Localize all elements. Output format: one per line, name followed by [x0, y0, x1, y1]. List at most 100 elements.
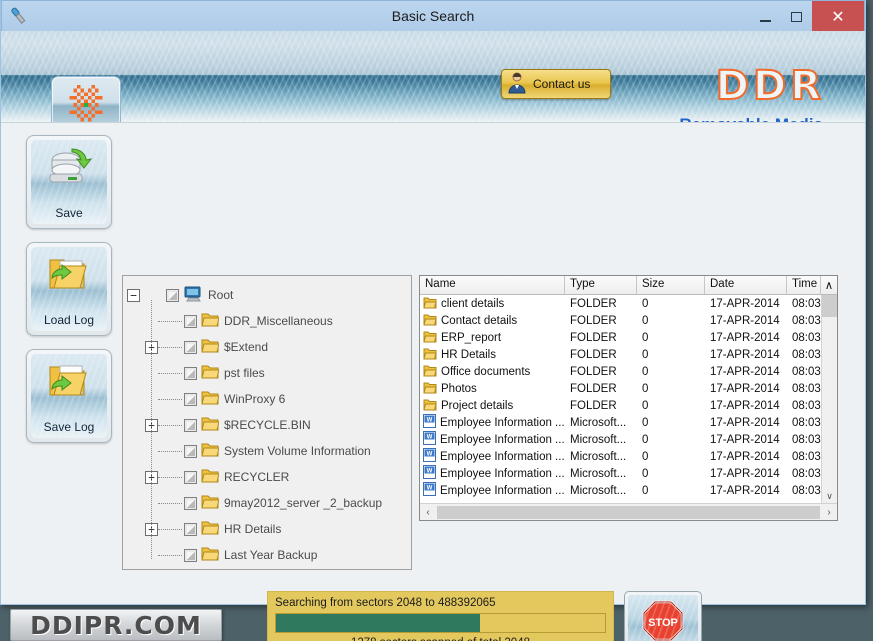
tree-checkbox[interactable]	[184, 444, 197, 458]
contact-us-button[interactable]: Contact us	[501, 69, 611, 99]
tree-node[interactable]: System Volume Information	[127, 438, 407, 464]
svg-text:W: W	[427, 418, 433, 424]
word-document-icon: W	[423, 465, 436, 482]
table-row[interactable]: ERP_report FOLDER 0 17-APR-2014 08:03	[420, 329, 837, 346]
column-header-date[interactable]: Date	[705, 276, 787, 294]
column-header-time[interactable]: Time	[787, 276, 821, 294]
tree-node-label: Last Year Backup	[224, 548, 318, 562]
stop-button[interactable]: STOP	[624, 591, 702, 641]
folder-tree-panel[interactable]: − Root DDR_Miscellaneous + $Extend pst files W…	[122, 275, 412, 570]
table-row[interactable]: HR Details FOLDER 0 17-APR-2014 08:03	[420, 346, 837, 363]
tree-node[interactable]: DDR_Miscellaneous	[127, 308, 407, 334]
tree-node[interactable]: − Root	[127, 282, 407, 308]
table-row[interactable]: W Employee Information ... Microsoft... 0 17…	[420, 465, 837, 482]
cell-time: 08:03	[792, 382, 821, 395]
save-log-button[interactable]: Save Log	[26, 349, 112, 443]
table-row[interactable]: client details FOLDER 0 17-APR-2014 08:03	[420, 295, 837, 312]
save-folder-icon	[31, 361, 107, 403]
cell-date: 17-APR-2014	[710, 433, 780, 446]
tree-checkbox[interactable]	[184, 496, 197, 510]
table-row[interactable]: Office documents FOLDER 0 17-APR-2014 08:03	[420, 363, 837, 380]
tree-connector	[158, 398, 182, 400]
save-drive-icon	[31, 147, 107, 189]
cell-type: Microsoft...	[570, 433, 627, 446]
progress-bar-fill	[276, 614, 480, 632]
folder-icon	[201, 468, 220, 486]
scroll-left-icon[interactable]: ‹	[420, 507, 436, 518]
file-list-panel[interactable]: Name Type Size Date Time ∧ client detail…	[419, 275, 838, 521]
cell-date: 17-APR-2014	[710, 416, 780, 429]
save-button[interactable]: Save	[26, 135, 112, 229]
tree-node-label: $Extend	[224, 340, 269, 354]
tree-checkbox[interactable]	[184, 340, 197, 354]
tree-node[interactable]: Last Year Backup	[127, 542, 407, 568]
maximize-button[interactable]	[781, 1, 812, 32]
cell-type: Microsoft...	[570, 467, 627, 480]
tree-node[interactable]: 9may2012_server _2_backup	[127, 490, 407, 516]
tree-node[interactable]: + HR Details	[127, 516, 407, 542]
tree-node-label: Root	[208, 288, 234, 302]
tree-checkbox[interactable]	[166, 288, 179, 302]
tree-node[interactable]: + RECYCLER	[127, 464, 407, 490]
tree-checkbox[interactable]	[184, 470, 197, 484]
tree-node[interactable]: + $RECYCLE.BIN	[127, 412, 407, 438]
minimize-button[interactable]	[750, 1, 781, 32]
scroll-up-icon[interactable]: ∧	[821, 276, 837, 294]
tree-node[interactable]: WinProxy 6	[127, 386, 407, 412]
cell-time: 08:03	[792, 433, 821, 446]
horizontal-scroll-thumb[interactable]	[437, 505, 820, 519]
folder-icon	[201, 364, 220, 382]
cell-time: 08:03	[792, 399, 821, 412]
cell-time: 08:03	[792, 450, 821, 463]
table-row[interactable]: Project details FOLDER 0 17-APR-2014 08:03	[420, 397, 837, 414]
table-row[interactable]: W Employee Information ... Microsoft... 0 17…	[420, 448, 837, 465]
file-list-vertical-scrollbar[interactable]: ∨	[821, 295, 837, 503]
tree-checkbox[interactable]	[184, 418, 197, 432]
tree-expander[interactable]: −	[127, 288, 140, 302]
close-button[interactable]: ✕	[812, 1, 864, 32]
cell-type: FOLDER	[570, 382, 617, 395]
contact-us-label: Contact us	[533, 77, 591, 91]
tree-node-label: RECYCLER	[224, 470, 290, 484]
tree-node[interactable]: pst files	[127, 360, 407, 386]
column-header-size[interactable]: Size	[637, 276, 705, 294]
wrench-screwdriver-icon	[7, 3, 33, 29]
tree-checkbox[interactable]	[184, 548, 197, 562]
cell-size: 0	[642, 433, 649, 446]
column-header-name[interactable]: Name	[420, 276, 565, 294]
cell-size: 0	[642, 450, 649, 463]
table-row[interactable]: W Employee Information ... Microsoft... 0 17…	[420, 414, 837, 431]
cell-name: W Employee Information ...	[420, 448, 565, 465]
tree-node-label: $RECYCLE.BIN	[224, 418, 311, 432]
vertical-scroll-thumb[interactable]	[822, 295, 837, 317]
table-row[interactable]: Photos FOLDER 0 17-APR-2014 08:03	[420, 380, 837, 397]
tree-checkbox[interactable]	[184, 522, 197, 536]
stop-sign-icon: STOP	[642, 600, 684, 641]
cell-size: 0	[642, 382, 649, 395]
table-row[interactable]: W Employee Information ... Microsoft... 0 17…	[420, 482, 837, 499]
tree-checkbox[interactable]	[184, 314, 197, 328]
tree-connector	[140, 295, 164, 296]
tree-checkbox[interactable]	[184, 366, 197, 380]
cell-time: 08:03	[792, 467, 821, 480]
folder-icon	[201, 494, 220, 512]
folder-icon	[423, 347, 437, 363]
column-header-type[interactable]: Type	[565, 276, 637, 294]
tree-node[interactable]: + $Extend	[127, 334, 407, 360]
open-folder-icon	[31, 254, 107, 296]
tree-checkbox[interactable]	[184, 392, 197, 406]
folder-icon	[423, 296, 437, 312]
scroll-right-icon[interactable]: ›	[821, 507, 837, 518]
folder-icon	[423, 330, 437, 346]
folder-icon	[201, 546, 220, 564]
load-log-button[interactable]: Load Log	[26, 242, 112, 336]
cell-name: HR Details	[420, 347, 565, 363]
table-row[interactable]: W Employee Information ... Microsoft... 0 17…	[420, 431, 837, 448]
table-row[interactable]: Contact details FOLDER 0 17-APR-2014 08:03	[420, 312, 837, 329]
folder-icon	[201, 416, 220, 434]
cell-size: 0	[642, 365, 649, 378]
tree-connector	[158, 372, 182, 374]
scroll-down-icon[interactable]: ∨	[822, 489, 837, 503]
file-list-horizontal-scrollbar[interactable]: ‹ ›	[420, 503, 837, 520]
save-log-button-label: Save Log	[43, 420, 95, 434]
